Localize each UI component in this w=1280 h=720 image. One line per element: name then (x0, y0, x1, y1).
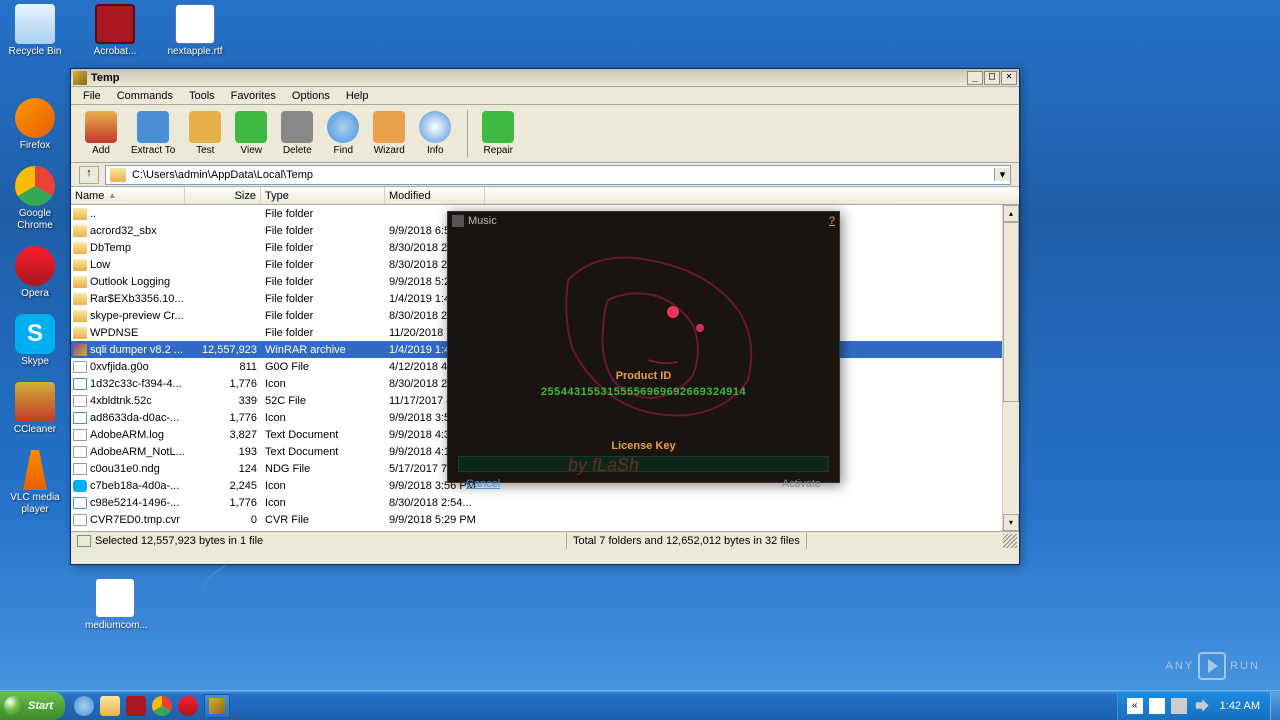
desktop-icon-recyclebin[interactable]: Recycle Bin (6, 4, 64, 58)
resize-grip[interactable] (1003, 534, 1017, 548)
toolbar-delete[interactable]: Delete (275, 109, 319, 158)
address-bar: ↑ C:\Users\admin\AppData\Local\Temp ▾ (71, 163, 1019, 187)
window-title: Temp (91, 72, 966, 84)
taskbar: Start « 1:42 AM (0, 690, 1280, 720)
license-key-label: License Key (448, 440, 839, 452)
help-link[interactable]: ? (829, 215, 835, 227)
scrollbar[interactable]: ▴ ▾ (1002, 205, 1019, 531)
taskbar-winrar-active[interactable] (204, 694, 230, 718)
folder-icon (110, 168, 126, 182)
status-bar: Selected 12,557,923 bytes in 1 file Tota… (71, 531, 1019, 549)
toolbar-wizard[interactable]: Wizard (367, 109, 411, 158)
column-type[interactable]: Type (261, 187, 385, 204)
menu-commands[interactable]: Commands (109, 88, 181, 104)
panther-graphic (508, 240, 788, 440)
maximize-button[interactable]: □ (984, 71, 1000, 85)
dialog-title: Music (468, 215, 497, 227)
toolbar-view[interactable]: View (229, 109, 273, 158)
menubar: File Commands Tools Favorites Options He… (71, 87, 1019, 105)
desktop-icon-opera[interactable]: Opera (6, 246, 64, 300)
table-row[interactable]: CVR7ED0.tmp.cvr0CVR File9/9/2018 5:29 PM (71, 511, 1019, 528)
table-row[interactable]: c98e5214-1496-...1,776Icon8/30/2018 2:54… (71, 494, 1019, 511)
menu-tools[interactable]: Tools (181, 88, 223, 104)
product-id-value: 25544315531555569696926693249​14 (448, 386, 839, 398)
taskbar-opera-icon[interactable] (178, 696, 198, 716)
desktop-icon-mediumcom[interactable]: mediumcom... (86, 578, 144, 632)
column-name[interactable]: Name▲ (71, 187, 185, 204)
show-desktop-button[interactable] (1270, 692, 1280, 720)
tray-volume-icon[interactable] (1193, 698, 1209, 714)
start-button[interactable]: Start (0, 692, 65, 720)
menu-help[interactable]: Help (338, 88, 377, 104)
start-orb-icon (4, 696, 24, 716)
desktop-icon-skype[interactable]: SSkype (6, 314, 64, 368)
column-headers: Name▲ Size Type Modified (71, 187, 1019, 205)
scroll-down[interactable]: ▾ (1003, 514, 1019, 531)
flash-watermark: by fLaSh (568, 455, 639, 476)
app-icon (73, 71, 87, 85)
taskbar-acrobat-icon[interactable] (126, 696, 146, 716)
scroll-thumb[interactable] (1003, 222, 1019, 402)
clock[interactable]: 1:42 AM (1220, 700, 1260, 712)
toolbar-repair[interactable]: Repair (476, 109, 520, 158)
menu-favorites[interactable]: Favorites (223, 88, 284, 104)
toolbar-add[interactable]: Add (79, 109, 123, 158)
dialog-titlebar[interactable]: Music ? (448, 212, 839, 230)
toolbar-separator (467, 110, 468, 158)
desktop-icon-vlc[interactable]: VLC media player (6, 450, 64, 516)
desktop-icon-acrobat[interactable]: Acrobat... (86, 4, 144, 58)
desktop-icon-chrome[interactable]: Google Chrome (6, 166, 64, 232)
status-icon (77, 535, 91, 547)
up-button[interactable]: ↑ (79, 166, 99, 184)
tray-flag-icon[interactable] (1149, 698, 1165, 714)
toolbar-find[interactable]: Find (321, 109, 365, 158)
status-total: Total 7 folders and 12,652,012 bytes in … (573, 535, 800, 547)
license-key-input[interactable] (458, 456, 829, 472)
toolbar-test[interactable]: Test (183, 109, 227, 158)
toolbar-extract[interactable]: Extract To (125, 109, 181, 158)
status-selection: Selected 12,557,923 bytes in 1 file (95, 535, 263, 547)
taskbar-ie-icon[interactable] (74, 696, 94, 716)
system-tray: « 1:42 AM (1117, 692, 1270, 720)
desktop-icon-firefox[interactable]: Firefox (6, 98, 64, 152)
toolbar: Add Extract To Test View Delete Find Wiz… (71, 105, 1019, 163)
menu-file[interactable]: File (75, 88, 109, 104)
taskbar-explorer-icon[interactable] (100, 696, 120, 716)
minimize-button[interactable]: _ (967, 71, 983, 85)
scroll-up[interactable]: ▴ (1003, 205, 1019, 222)
menu-options[interactable]: Options (284, 88, 338, 104)
toolbar-info[interactable]: Info (413, 109, 457, 158)
tray-expand-icon[interactable]: « (1127, 698, 1143, 714)
tray-network-icon[interactable] (1171, 698, 1187, 714)
address-input[interactable]: C:\Users\admin\AppData\Local\Temp ▾ (105, 165, 1011, 185)
column-modified[interactable]: Modified (385, 187, 485, 204)
close-button[interactable]: ✕ (1001, 71, 1017, 85)
cancel-link[interactable]: Cancel (466, 478, 500, 490)
titlebar[interactable]: Temp _ □ ✕ (71, 69, 1019, 87)
dialog-icon (452, 215, 464, 227)
column-size[interactable]: Size (185, 187, 261, 204)
desktop-icon-ccleaner[interactable]: CCleaner (6, 382, 64, 436)
address-dropdown[interactable]: ▾ (994, 168, 1010, 181)
desktop-icon-nextapple[interactable]: nextapple.rtf (166, 4, 224, 58)
license-dialog: Music ? Product ID 255443155315555696969… (447, 211, 840, 483)
activate-button[interactable]: Activate (782, 478, 821, 490)
product-id-label: Product ID (448, 370, 839, 382)
anyrun-watermark: ANY RUN (1166, 652, 1260, 680)
taskbar-chrome-icon[interactable] (152, 696, 172, 716)
